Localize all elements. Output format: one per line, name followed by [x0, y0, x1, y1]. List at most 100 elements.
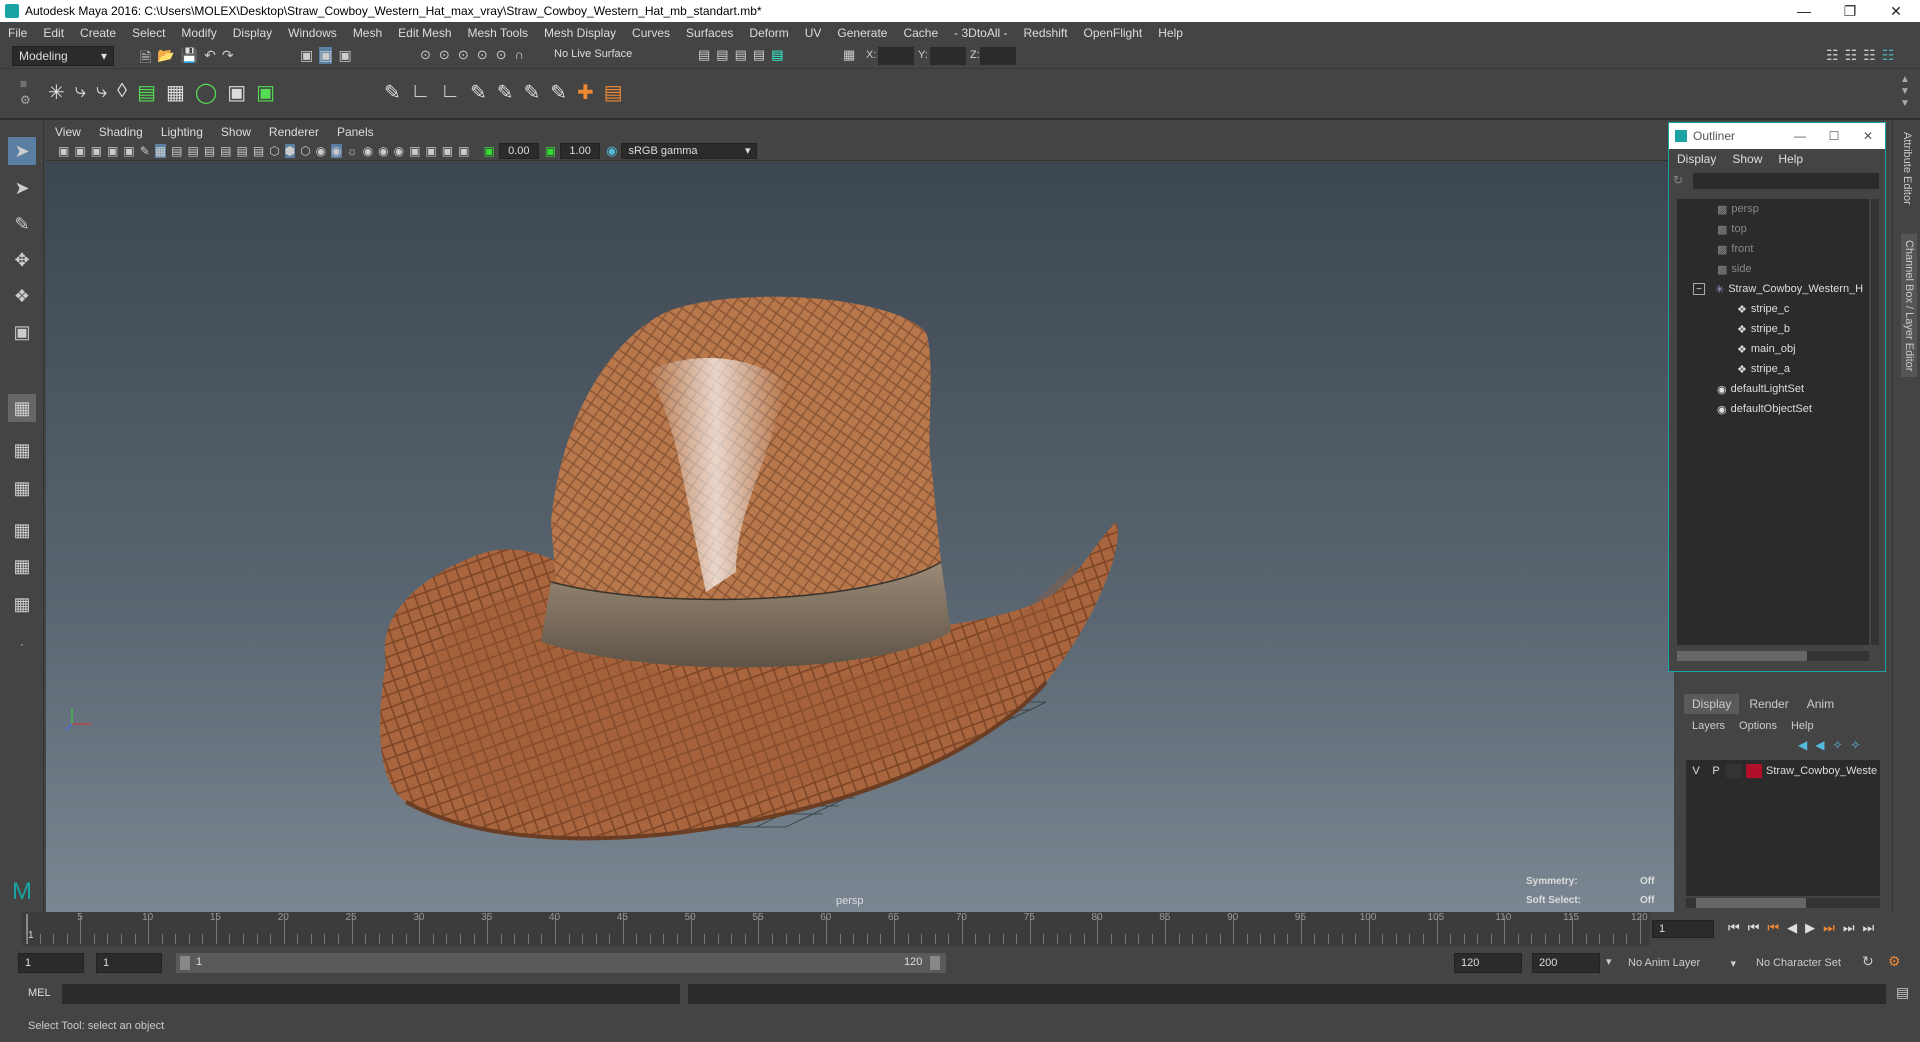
pivot-icon[interactable]: ✚ [577, 80, 594, 105]
persp-uv-layout-icon[interactable]: ▦ [8, 590, 36, 618]
tool-settings-icon[interactable]: ☷ [1863, 47, 1876, 64]
grease-pencil-icon[interactable]: ✎ [140, 144, 150, 158]
menu-windows[interactable]: Windows [280, 26, 345, 40]
x-field[interactable] [878, 47, 914, 65]
search-options-icon[interactable]: ↻ [1673, 173, 1689, 189]
script-language-toggle[interactable]: MEL [28, 987, 51, 999]
outliner-hscrollbar[interactable] [1677, 651, 1869, 661]
use-all-lights-icon[interactable]: ◉ [331, 143, 342, 158]
current-frame-field[interactable]: 1 [1652, 920, 1714, 938]
resolution-gate-icon[interactable]: ▤ [187, 144, 198, 158]
animation-prefs-icon[interactable]: ⚙ [1888, 953, 1901, 970]
move-layer-down-icon[interactable]: ◀ [1815, 738, 1824, 752]
outliner-item-top[interactable]: ▩ top [1717, 221, 1747, 237]
persp-graph-layout-icon[interactable]: ▦ [8, 516, 36, 544]
outliner-menu-show[interactable]: Show [1724, 152, 1770, 166]
pencil-curve-icon[interactable]: ◊ [117, 80, 127, 105]
outliner-item-stripe-a[interactable]: ❖ stripe_a [1737, 361, 1790, 377]
gate-mask-icon[interactable]: ▤ [204, 144, 215, 158]
vp-menu-show[interactable]: Show [212, 125, 260, 139]
outliner-item-stripe-c[interactable]: ❖ stripe_c [1737, 301, 1789, 317]
step-forward-frame-icon[interactable]: ⏭ [1823, 920, 1835, 936]
undo-icon[interactable]: ↶ [204, 47, 216, 71]
menu-curves[interactable]: Curves [624, 26, 678, 40]
xray-icon[interactable]: ▣ [425, 144, 436, 158]
curve-tool-icon[interactable]: ⤷ [75, 80, 86, 105]
cube-icon[interactable]: ▣ [227, 80, 246, 105]
new-layer-icon[interactable]: ✧ [1832, 738, 1842, 752]
anim-layer-dropdown[interactable]: No Anim Layer ▾ [1622, 953, 1736, 973]
sphere-icon[interactable]: ◯ [195, 80, 217, 105]
wireframe-on-shaded-icon[interactable]: ⬡ [300, 144, 310, 158]
rotate-tool-icon[interactable]: ❖ [8, 282, 36, 310]
layer-display-type-toggle[interactable] [1726, 764, 1742, 778]
layer-menu-options[interactable]: Options [1739, 720, 1777, 732]
attribute-editor-tab[interactable]: Attribute Editor [1901, 132, 1913, 205]
command-input[interactable] [62, 984, 680, 1004]
perspective-viewport[interactable]: persp Symmetry: Off Soft Select: Off [46, 162, 1674, 912]
bridge-icon[interactable]: ∟ [411, 80, 431, 105]
vp-menu-panels[interactable]: Panels [328, 125, 383, 139]
character-set-dropdown[interactable]: No Character Set [1750, 953, 1868, 973]
outliner-item-persp[interactable]: ▩ persp [1717, 201, 1759, 217]
polygon-sphere-icon[interactable]: ✳ [48, 80, 65, 105]
auto-key-icon[interactable]: ↻ [1862, 953, 1874, 970]
menu-openflight[interactable]: OpenFlight [1076, 26, 1151, 40]
menu-redshift[interactable]: Redshift [1016, 26, 1076, 40]
mode-dropdown[interactable]: Modeling ▾ [12, 46, 114, 66]
outliner-item-default-object-set[interactable]: ◉ defaultObjectSet [1717, 401, 1812, 417]
range-slider[interactable]: 1 120 [176, 953, 946, 973]
menu-3dtoall[interactable]: - 3DtoAll - [946, 26, 1015, 40]
menu-mesh-tools[interactable]: Mesh Tools [460, 26, 536, 40]
camera-attributes-icon[interactable]: ▣ [74, 144, 85, 158]
menu-mesh[interactable]: Mesh [345, 26, 390, 40]
snap-curve-icon[interactable]: ⊙ [439, 47, 450, 63]
safe-title-icon[interactable]: ▤ [253, 144, 264, 158]
bevel-icon[interactable]: ∟ [440, 80, 460, 105]
layer-menu-help[interactable]: Help [1791, 720, 1814, 732]
layer-visibility-toggle[interactable]: V [1686, 765, 1706, 777]
xray-joints-icon[interactable]: ▣ [442, 144, 453, 158]
render-view-icon[interactable]: ▤ [698, 47, 710, 63]
outliner-item-front[interactable]: ▩ front [1717, 241, 1753, 257]
menu-help[interactable]: Help [1150, 26, 1191, 40]
vp-menu-shading[interactable]: Shading [90, 125, 152, 139]
live-surface-field[interactable]: No Live Surface [554, 48, 632, 60]
menu-edit-mesh[interactable]: Edit Mesh [390, 26, 459, 40]
outliner-minimize-icon[interactable]: — [1783, 129, 1817, 143]
textured-icon[interactable]: ◉ [316, 144, 326, 158]
layer-name[interactable]: Straw_Cowboy_Weste [1766, 765, 1877, 777]
script-editor-icon[interactable]: ▤ [1896, 984, 1909, 1001]
outliner-item-default-light-set[interactable]: ◉ defaultLightSet [1717, 381, 1804, 397]
grid-toggle-icon[interactable]: ▦ [154, 143, 167, 158]
four-view-layout-icon[interactable]: ▦ [8, 436, 36, 464]
outliner-item-side[interactable]: ▩ side [1717, 261, 1752, 277]
step-back-frame-icon[interactable]: ⏮ [1767, 920, 1779, 936]
shadows-icon[interactable]: ☼ [347, 144, 358, 158]
tab-display[interactable]: Display [1684, 694, 1740, 714]
layer-color-swatch[interactable] [1746, 764, 1762, 778]
gamma-icon[interactable]: ▣ [545, 144, 556, 158]
paint-select-icon[interactable]: ✎ [8, 210, 36, 238]
xray-active-icon[interactable]: ▣ [458, 144, 469, 158]
minimize-button[interactable]: — [1784, 0, 1824, 22]
extrude-icon[interactable]: ✎ [384, 80, 401, 105]
menu-edit[interactable]: Edit [35, 26, 72, 40]
motion-blur-icon[interactable]: ◉ [378, 144, 388, 158]
range-start-handle[interactable] [180, 956, 190, 970]
multi-cut-icon[interactable]: ✎ [497, 80, 514, 105]
shelf-scroll-icon[interactable]: ▲ ▼ ▼ [1900, 74, 1910, 110]
input-mode-icon[interactable]: ▦ [843, 47, 855, 63]
play-forward-icon[interactable]: ▶ [1805, 920, 1815, 936]
ambient-occlusion-icon[interactable]: ◉ [363, 144, 373, 158]
animation-end-field[interactable]: 200 [1532, 953, 1600, 973]
more-layouts-icon[interactable]: · [8, 630, 36, 658]
connect-icon[interactable]: ✎ [550, 80, 567, 105]
y-field[interactable] [930, 47, 966, 65]
menu-surfaces[interactable]: Surfaces [678, 26, 741, 40]
menu-mesh-display[interactable]: Mesh Display [536, 26, 624, 40]
layer-menu-layers[interactable]: Layers [1692, 720, 1725, 732]
play-backward-icon[interactable]: ◀ [1787, 920, 1797, 936]
time-slider-track[interactable]: 1 5 10 15 20 25 30 35 40 45 50 55 60 65 70 75 80 85 90 95 1… [22, 912, 1650, 946]
outliner-maximize-icon[interactable]: ☐ [1817, 129, 1851, 143]
